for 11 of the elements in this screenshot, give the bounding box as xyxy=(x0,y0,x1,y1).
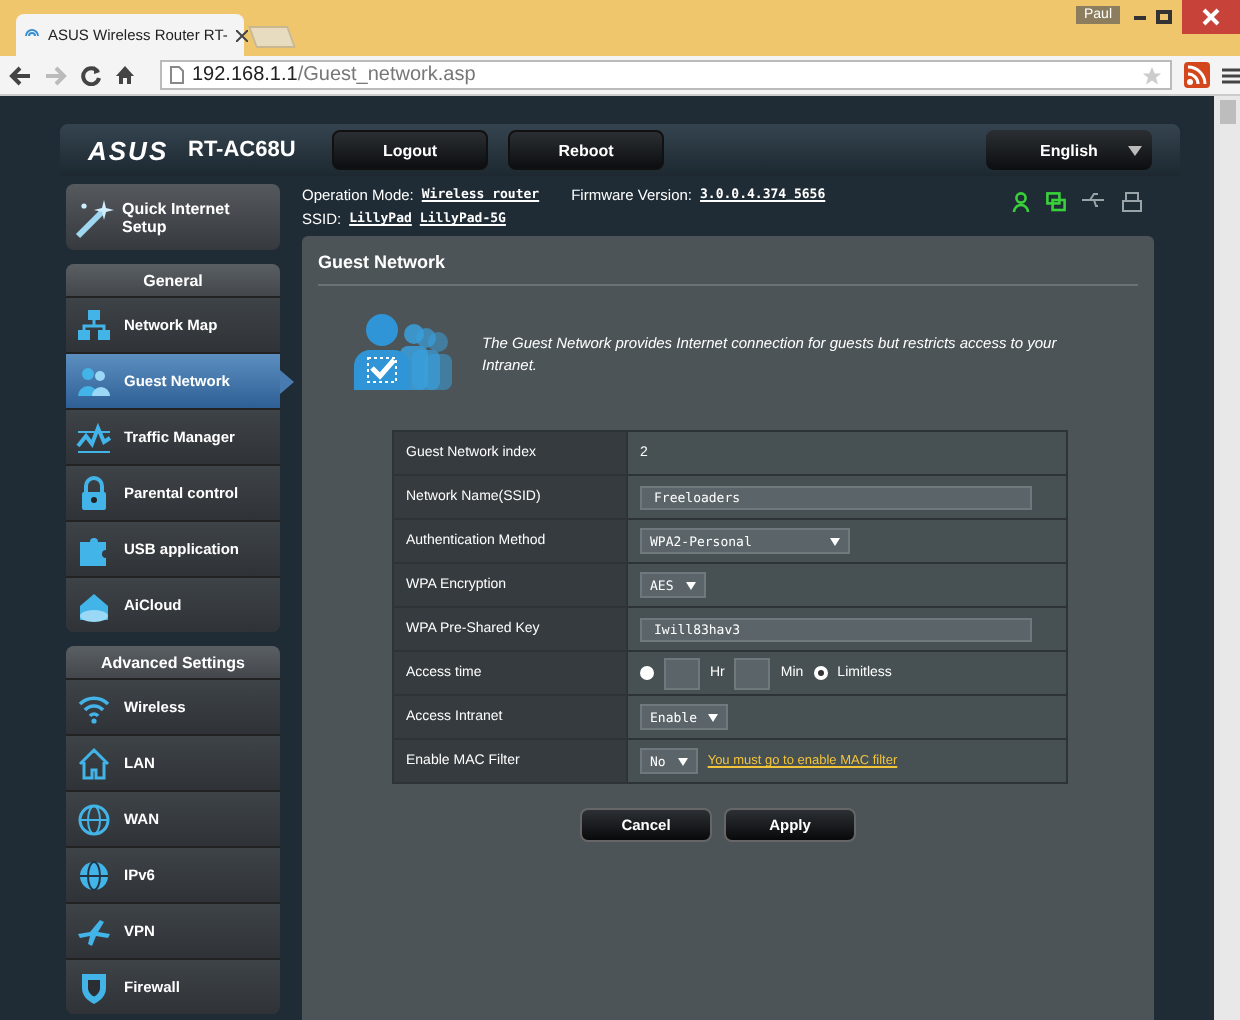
address-bar[interactable]: 192.168.1.1/Guest_network.asp xyxy=(160,60,1172,90)
url-text: 192.168.1.1/Guest_network.asp xyxy=(192,64,476,86)
quick-setup-button[interactable]: Quick Internet Setup xyxy=(66,184,280,250)
logout-button[interactable]: Logout xyxy=(332,130,488,170)
page-title: Guest Network xyxy=(318,236,1138,286)
language-dropdown[interactable]: English xyxy=(986,130,1152,170)
logo: ASUS xyxy=(88,135,171,165)
model-name: RT-AC68U xyxy=(188,138,298,162)
logout-button[interactable]: Reboot xyxy=(508,130,664,170)
menu-section-header: Advanced Settings xyxy=(66,646,280,678)
menu-section-header: General xyxy=(66,264,280,296)
